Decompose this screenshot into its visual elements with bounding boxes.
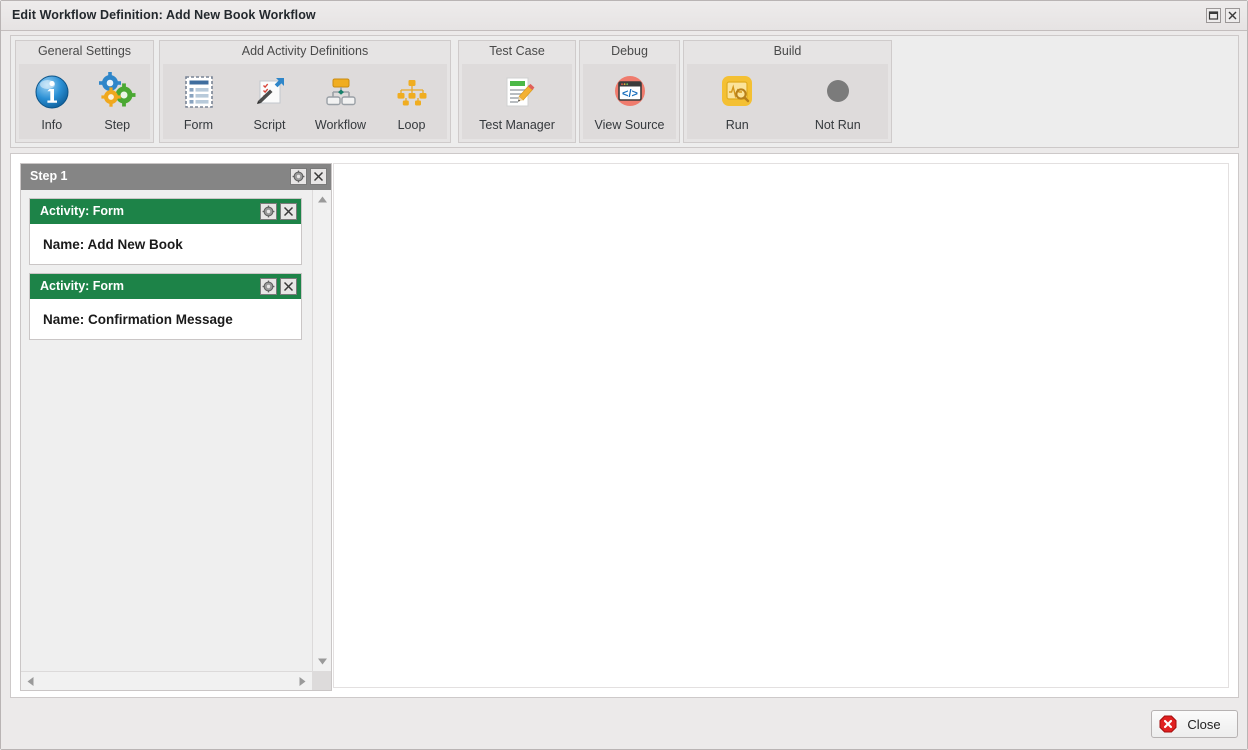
ribbon-button-label: Loop	[397, 118, 426, 132]
activity-name: Name: Confirmation Message	[43, 311, 233, 327]
dialog-footer: Close	[1, 700, 1247, 749]
caret-down-icon[interactable]	[313, 652, 332, 671]
ribbon-group-title: Debug	[611, 44, 648, 58]
activity-card[interactable]: Activity: Form	[29, 198, 302, 265]
ribbon-button-label: Workflow	[314, 118, 367, 132]
vertical-scrollbar[interactable]	[312, 190, 331, 671]
ribbon-button-loop[interactable]: Loop	[376, 64, 447, 139]
step-settings-gear-icon[interactable]	[290, 168, 307, 185]
gears-icon	[95, 70, 139, 114]
script-icon	[248, 70, 292, 114]
horizontal-scrollbar[interactable]	[21, 671, 312, 690]
activity-name: Name: Add New Book	[43, 236, 183, 252]
activity-body: Name: Add New Book	[30, 224, 301, 264]
not-run-icon	[816, 70, 860, 114]
ribbon-button-step[interactable]: Step	[85, 64, 151, 139]
ribbon-group-title: Build	[773, 44, 802, 58]
activity-remove-close-icon[interactable]	[280, 278, 297, 295]
ribbon-group-title: General Settings	[37, 44, 132, 58]
activity-header: Activity: Form	[30, 199, 301, 224]
caret-left-icon[interactable]	[21, 672, 40, 691]
scrollbar-corner	[312, 671, 331, 690]
svg-text:</>: </>	[622, 88, 638, 100]
close-icon[interactable]	[1225, 8, 1240, 23]
activity-header: Activity: Form	[30, 274, 301, 299]
activity-card[interactable]: Activity: Form	[29, 273, 302, 340]
run-icon	[715, 70, 759, 114]
workflow-icon	[319, 70, 363, 114]
step-body: Activity: Form Name: Add New Book Activi…	[21, 190, 331, 690]
close-button-label: Close	[1187, 716, 1221, 732]
activity-remove-close-icon[interactable]	[280, 203, 297, 220]
ribbon-group-test-case: Test Case Test Manager	[458, 40, 576, 143]
ribbon-button-not-run[interactable]: Not Run	[800, 64, 876, 139]
caret-right-icon[interactable]	[293, 672, 312, 691]
ribbon-button-test-manager[interactable]: Test Manager	[464, 64, 570, 139]
activity-list: Activity: Form Name: Add New Book Activi…	[21, 190, 312, 671]
info-icon	[30, 70, 74, 114]
ribbon-group-debug: Debug </> View Source	[579, 40, 680, 143]
ribbon-button-label: Test Manager	[479, 118, 555, 132]
ribbon-button-info[interactable]: Info	[19, 64, 85, 139]
ribbon-group-title: Add Activity Definitions	[241, 44, 369, 58]
activity-settings-gear-icon[interactable]	[260, 278, 277, 295]
step-panel: Step 1 Activity: Form Name: Add New Book…	[20, 163, 332, 691]
activity-type-label: Activity: Form	[40, 204, 125, 218]
close-button[interactable]: Close	[1151, 710, 1238, 738]
step-remove-close-icon[interactable]	[310, 168, 327, 185]
step-title: Step 1	[30, 169, 68, 183]
ribbon-group-build: Build Run Not Run	[683, 40, 892, 143]
caret-up-icon[interactable]	[313, 190, 332, 209]
ribbon-toolbar: General Settings Info Step Add Activity …	[10, 35, 1239, 148]
workflow-canvas[interactable]	[333, 163, 1229, 688]
activity-settings-gear-icon[interactable]	[260, 203, 277, 220]
ribbon-group-title: Test Case	[489, 44, 545, 58]
window-title: Edit Workflow Definition: Add New Book W…	[12, 8, 316, 22]
loop-icon	[390, 70, 434, 114]
step-header: Step 1	[21, 164, 331, 190]
ribbon-button-label: Info	[41, 118, 63, 132]
ribbon-button-label: Form	[183, 118, 214, 132]
ribbon-button-run[interactable]: Run	[699, 64, 775, 139]
form-icon	[177, 70, 221, 114]
ribbon-button-script[interactable]: Script	[234, 64, 305, 139]
workflow-editor-content: Step 1 Activity: Form Name: Add New Book…	[10, 153, 1239, 698]
edit-workflow-window: Edit Workflow Definition: Add New Book W…	[0, 0, 1248, 750]
restore-icon[interactable]	[1206, 8, 1221, 23]
test-manager-icon	[495, 70, 539, 114]
error-close-icon	[1159, 715, 1177, 733]
activity-body: Name: Confirmation Message	[30, 299, 301, 339]
ribbon-button-form[interactable]: Form	[163, 64, 234, 139]
ribbon-button-label: Step	[104, 118, 131, 132]
ribbon-button-view-source[interactable]: </> View Source	[584, 64, 676, 139]
ribbon-group-general-settings: General Settings Info Step	[15, 40, 154, 143]
ribbon-group-add-activity-definitions: Add Activity Definitions Form Script Wor…	[159, 40, 451, 143]
title-bar: Edit Workflow Definition: Add New Book W…	[1, 1, 1247, 31]
ribbon-button-workflow[interactable]: Workflow	[305, 64, 376, 139]
ribbon-button-label: Not Run	[814, 118, 861, 132]
ribbon-button-label: Run	[725, 118, 749, 132]
view-source-icon: </>	[608, 70, 652, 114]
activity-type-label: Activity: Form	[40, 279, 125, 293]
ribbon-button-label: View Source	[594, 118, 665, 132]
ribbon-button-label: Script	[253, 118, 286, 132]
